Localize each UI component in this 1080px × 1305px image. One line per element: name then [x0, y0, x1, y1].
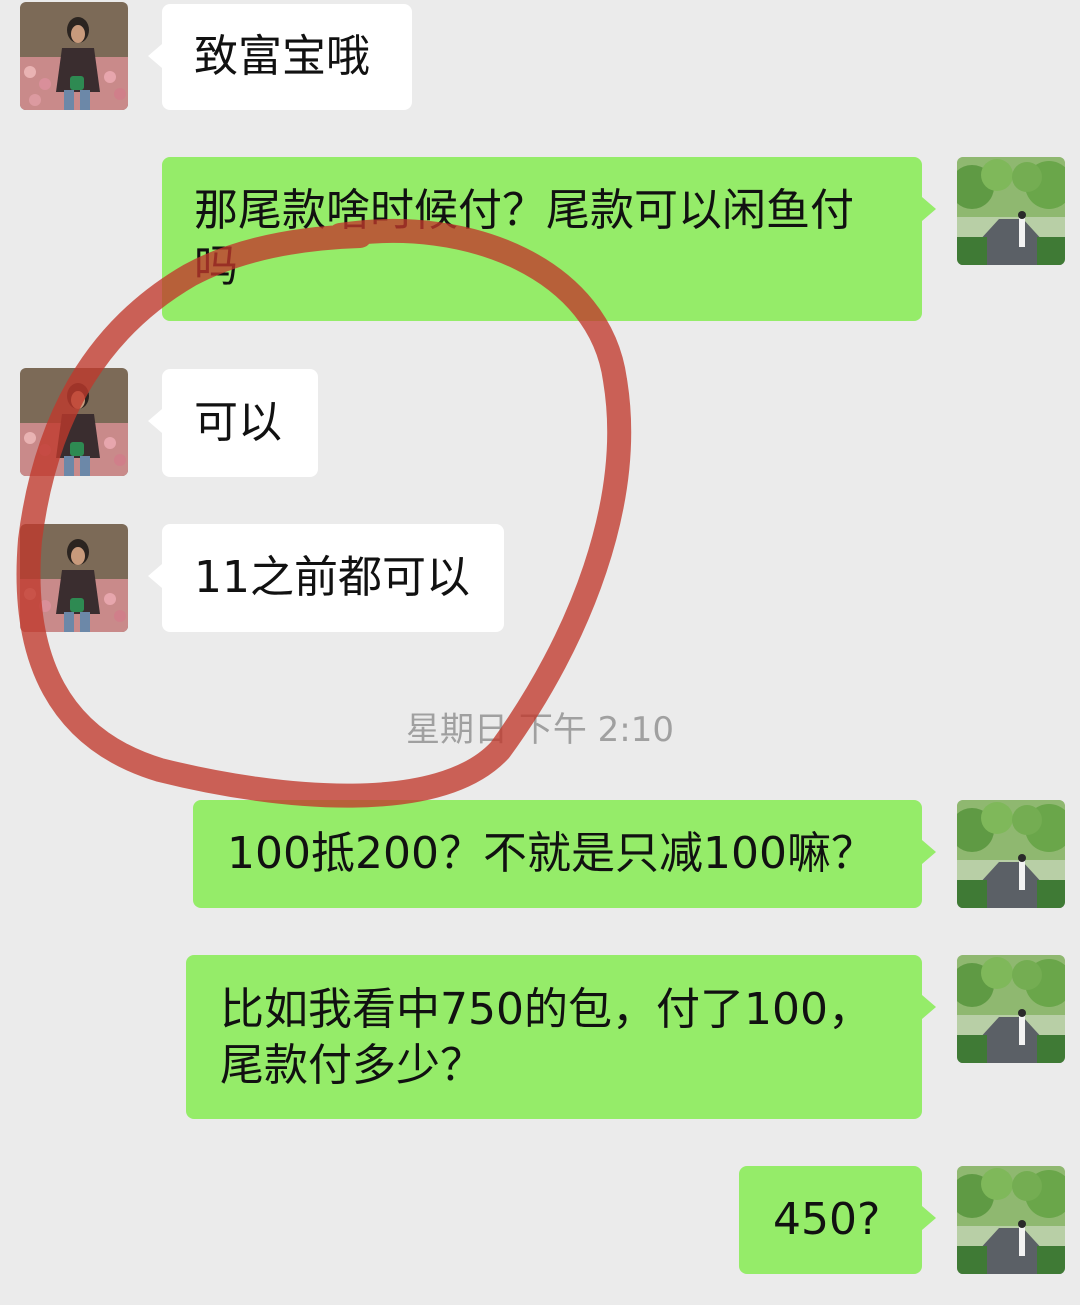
bubble-tail: [148, 409, 162, 433]
contact-avatar[interactable]: [20, 2, 128, 110]
bubble-tail: [148, 564, 162, 588]
my-avatar[interactable]: [957, 955, 1065, 1063]
bubble-tail: [922, 197, 936, 221]
message-text: 100抵200？不就是只减100嘛？: [227, 828, 875, 879]
message-bubble-outgoing[interactable]: 比如我看中750的包，付了100， 尾款付多少？: [186, 955, 936, 1119]
timestamp: 星期日 下午 2:10: [406, 710, 674, 750]
message-bubble-incoming[interactable]: 可以: [148, 369, 318, 477]
message-bubble-outgoing[interactable]: 100抵200？不就是只减100嘛？: [193, 800, 936, 908]
chat-area: 致富宝哦 那尾款啥时候付？尾款可以闲鱼付 吗 可以 11之前都可以 星期日 下午…: [0, 0, 1080, 1305]
my-avatar[interactable]: [957, 1166, 1065, 1274]
my-avatar[interactable]: [957, 157, 1065, 265]
bubble-tail: [922, 840, 936, 864]
contact-photo-icon: [20, 524, 128, 632]
message-text: 可以: [194, 397, 282, 448]
contact-photo-icon: [20, 368, 128, 476]
message-text: 比如我看中750的包，付了100， 尾款付多少？: [220, 984, 872, 1091]
message-bubble-outgoing[interactable]: 那尾款啥时候付？尾款可以闲鱼付 吗: [162, 157, 936, 321]
message-text: 11之前都可以: [194, 552, 470, 603]
user-photo-icon: [957, 800, 1065, 908]
message-bubble-incoming[interactable]: 11之前都可以: [148, 524, 504, 632]
message-bubble-outgoing[interactable]: 450?: [739, 1166, 936, 1274]
message-bubble-incoming[interactable]: 致富宝哦: [148, 4, 412, 110]
user-photo-icon: [957, 1166, 1065, 1274]
my-avatar[interactable]: [957, 800, 1065, 908]
contact-avatar[interactable]: [20, 524, 128, 632]
bubble-tail: [922, 1206, 936, 1230]
message-text: 致富宝哦: [194, 31, 370, 82]
bubble-tail: [922, 995, 936, 1019]
contact-photo-icon: [20, 2, 128, 110]
message-text: 那尾款啥时候付？尾款可以闲鱼付 吗: [194, 185, 854, 292]
user-photo-icon: [957, 157, 1065, 265]
message-text: 450?: [773, 1194, 881, 1245]
user-photo-icon: [957, 955, 1065, 1063]
contact-avatar[interactable]: [20, 368, 128, 476]
bubble-tail: [148, 44, 162, 68]
